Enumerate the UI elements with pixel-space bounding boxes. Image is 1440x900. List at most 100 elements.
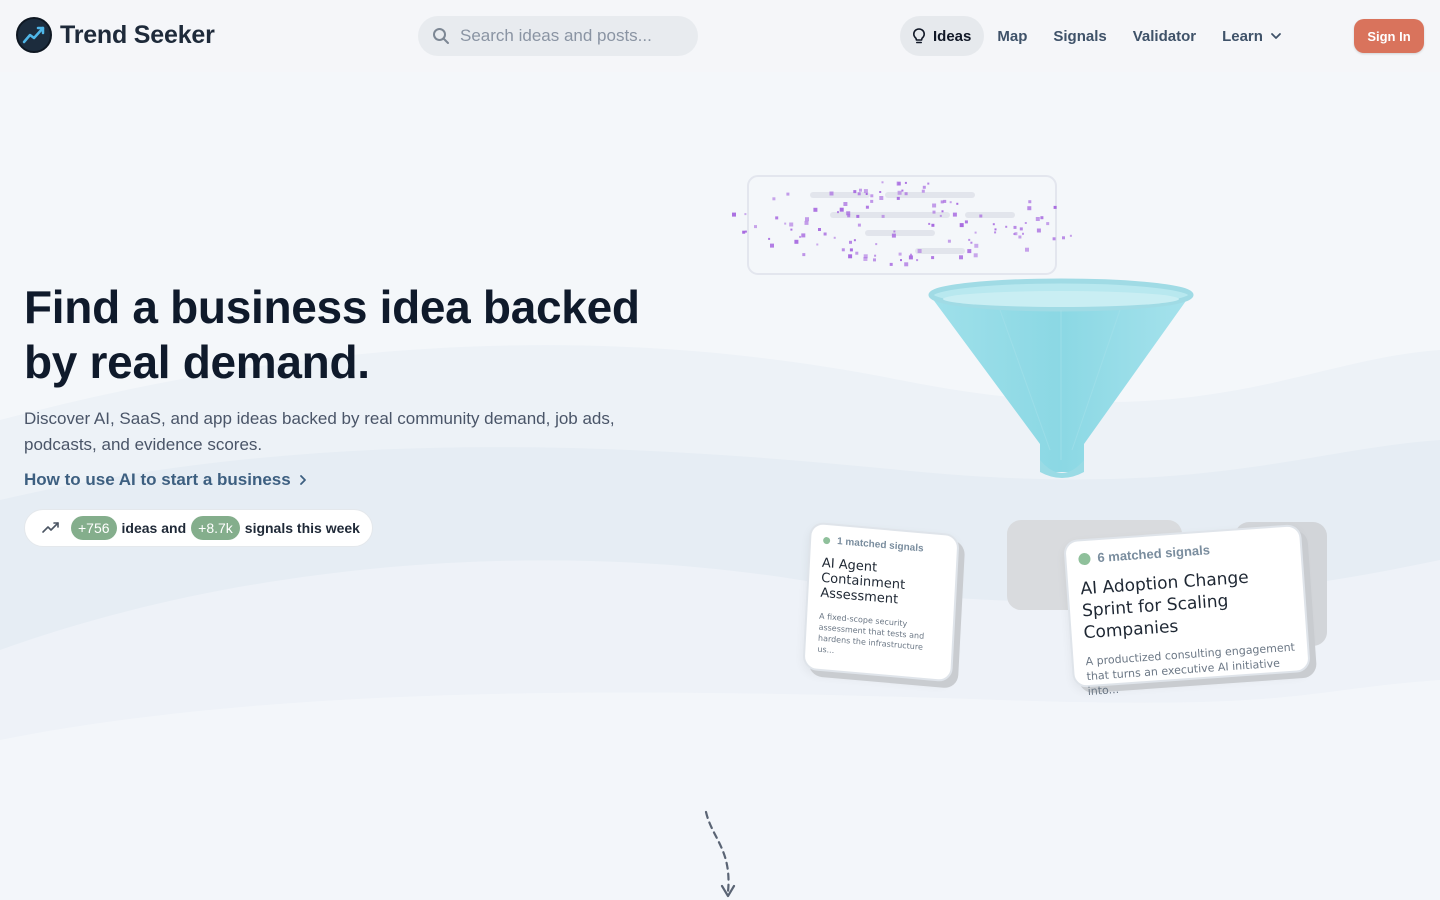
particle <box>928 222 931 225</box>
particle <box>772 197 776 201</box>
nav-item-validator[interactable]: Validator <box>1120 16 1209 56</box>
ideas-label: ideas and <box>121 520 187 536</box>
particle <box>784 222 787 225</box>
particle <box>870 194 874 198</box>
funnel-illustration: 1 matched signals AI Agent Containment A… <box>700 160 1360 700</box>
particle <box>889 262 893 266</box>
particle <box>904 262 909 267</box>
signals-label: signals this week <box>244 520 360 536</box>
particle <box>857 223 861 227</box>
particle <box>1024 222 1027 224</box>
weekly-stats-badge: +756 ideas and +8.7k signals this week <box>24 509 373 547</box>
particle <box>853 190 857 194</box>
particle <box>893 230 896 233</box>
particle <box>932 210 936 214</box>
particle <box>1035 217 1040 221</box>
search-input[interactable] <box>460 26 670 46</box>
particle <box>874 254 877 257</box>
particle <box>873 258 876 262</box>
particle <box>841 248 845 252</box>
particle <box>959 223 964 228</box>
particle <box>931 256 935 260</box>
trend-up-icon <box>42 522 59 533</box>
particle <box>959 255 963 260</box>
how-to-use-ai-link[interactable]: How to use AI to start a business <box>24 470 309 490</box>
bulb-icon <box>913 28 925 44</box>
particle <box>947 239 951 243</box>
particle <box>941 210 944 213</box>
particle <box>879 191 882 193</box>
particle <box>848 254 853 259</box>
search-bar[interactable] <box>418 16 698 56</box>
signals-count-pill: +8.7k <box>191 516 240 540</box>
particle <box>931 223 935 227</box>
particle <box>891 233 896 238</box>
particle <box>875 243 878 246</box>
particle <box>849 248 853 252</box>
particle <box>910 253 912 256</box>
particle <box>949 201 952 204</box>
particle <box>1022 232 1024 235</box>
particle <box>970 241 973 244</box>
chevron-right-icon <box>299 475 306 485</box>
particle <box>870 199 874 203</box>
hero-link-label: How to use AI to start a business <box>24 470 291 489</box>
particle <box>837 211 839 214</box>
particle <box>849 240 852 244</box>
nav-label-validator: Validator <box>1132 27 1197 45</box>
nav-item-signals[interactable]: Signals <box>1040 16 1119 56</box>
particle <box>881 214 885 218</box>
particle <box>856 214 860 218</box>
particle <box>754 225 757 229</box>
logo[interactable]: Trend Seeker <box>16 17 215 53</box>
particle <box>992 223 995 226</box>
particle <box>857 192 861 196</box>
card-title: AI Adoption Change Sprint for Scaling Co… <box>1079 567 1250 644</box>
particle <box>1025 247 1029 252</box>
particle <box>804 220 809 225</box>
particle <box>768 237 771 240</box>
top-header: Trend Seeker Ideas Map Signals Validator… <box>0 0 1440 72</box>
particle <box>802 253 806 257</box>
particle <box>1040 216 1044 220</box>
particle <box>789 222 794 227</box>
particle <box>881 181 884 184</box>
particle <box>1027 206 1032 211</box>
particle <box>1053 205 1057 209</box>
hero-title: Find a business idea backed by real dema… <box>24 281 640 388</box>
app-name: Trend Seeker <box>60 20 215 49</box>
particle <box>1019 227 1023 231</box>
nav-item-ideas[interactable]: Ideas <box>900 16 985 56</box>
main-nav: Ideas Map Signals Validator Learn <box>900 16 1296 56</box>
particle <box>1046 222 1050 226</box>
status-dot <box>822 536 831 545</box>
idea-card-small[interactable]: 1 matched signals AI Agent Containment A… <box>802 521 960 683</box>
particle <box>916 259 919 262</box>
sign-in-button[interactable]: Sign In <box>1354 19 1424 53</box>
card-tag-label: 1 matched signals <box>836 535 924 555</box>
particle <box>790 228 793 231</box>
particle <box>974 231 977 234</box>
hero-subtitle: Discover AI, SaaS, and app ideas backed … <box>24 409 615 454</box>
card-description: A fixed-scope security assessment that t… <box>817 611 925 656</box>
particle <box>813 207 818 212</box>
card-title: AI Agent Containment Assessment <box>819 555 906 608</box>
particle <box>846 211 851 216</box>
nav-label-ideas: Ideas <box>933 27 972 45</box>
particle <box>921 189 925 193</box>
idea-card-large[interactable]: 6 matched signals AI Adoption Change Spr… <box>1063 523 1311 698</box>
particle <box>853 239 856 242</box>
particle <box>979 214 983 218</box>
nav-item-map[interactable]: Map <box>984 16 1040 56</box>
particle <box>956 202 959 205</box>
particle <box>818 228 821 231</box>
nav-label-map: Map <box>997 27 1028 45</box>
particle <box>770 243 774 248</box>
particle <box>775 216 779 220</box>
chevron-down-icon <box>1271 33 1281 39</box>
particle <box>744 230 747 233</box>
particle <box>994 231 997 234</box>
nav-item-learn[interactable]: Learn <box>1209 16 1296 56</box>
particle <box>843 202 848 206</box>
particle <box>1052 237 1056 241</box>
